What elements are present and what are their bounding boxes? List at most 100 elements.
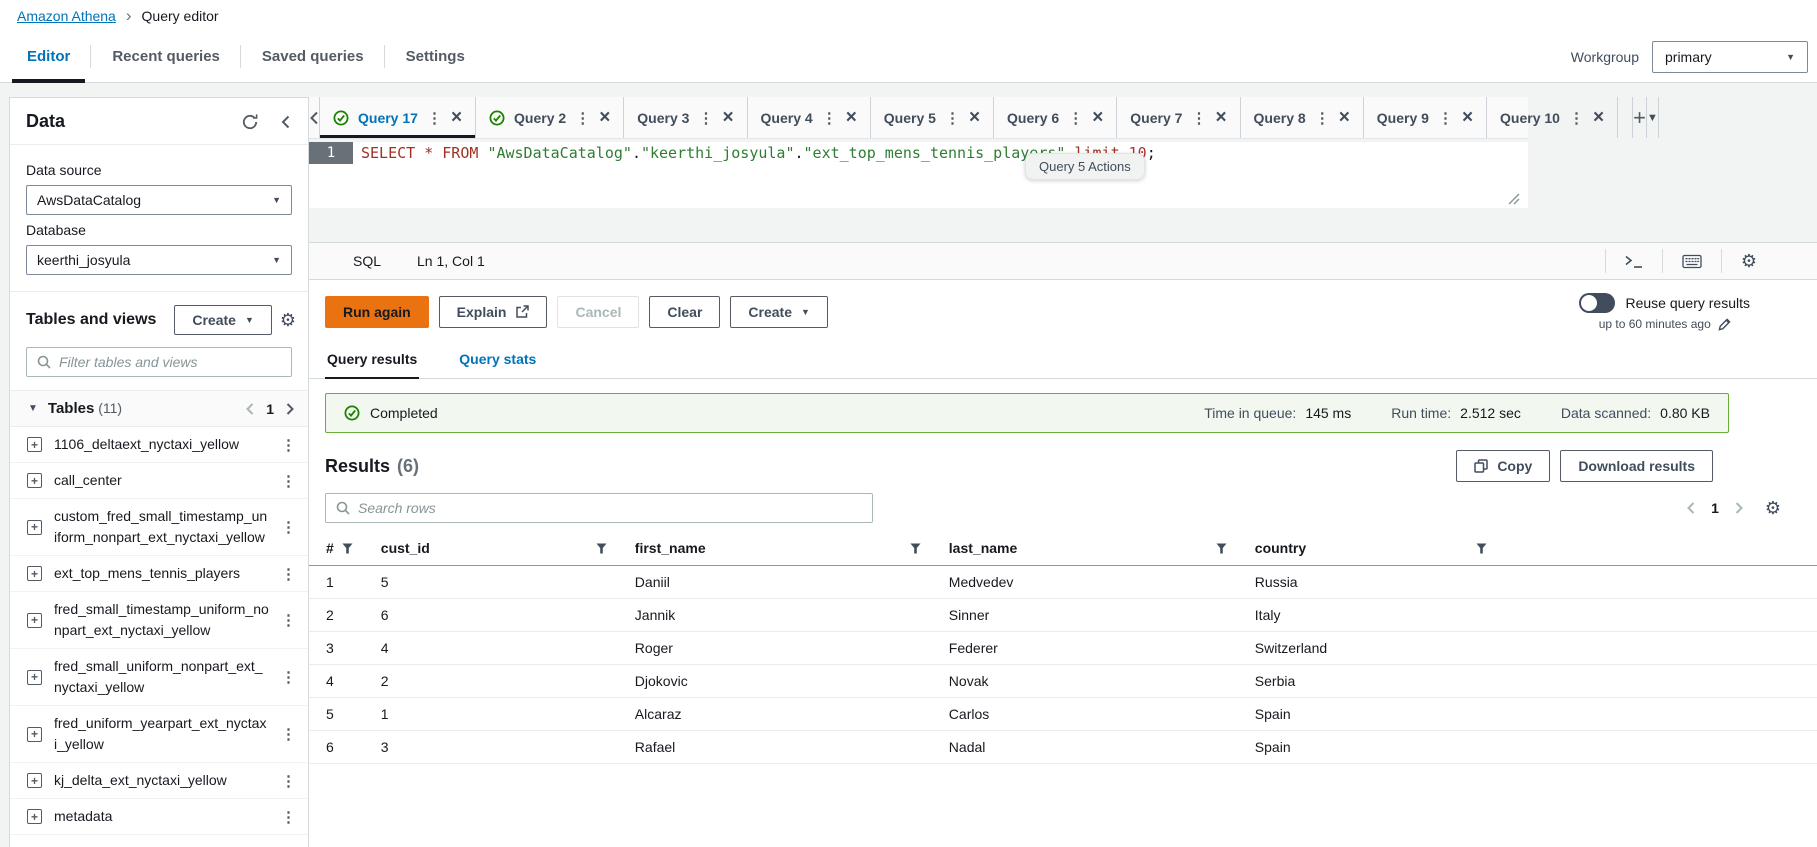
table-actions-kebab-icon[interactable]: ⋮ bbox=[281, 668, 296, 686]
table-list-item[interactable]: +ext_top_mens_tennis_players⋮ bbox=[10, 556, 308, 592]
nav-tab-saved-queries[interactable]: Saved queries bbox=[241, 31, 385, 82]
expand-table-icon[interactable]: + bbox=[27, 670, 42, 685]
expand-table-icon[interactable]: + bbox=[27, 473, 42, 488]
query-tab-query-9[interactable]: Query 9⋮× bbox=[1363, 97, 1486, 138]
database-select[interactable]: keerthi_josyula ▼ bbox=[26, 245, 292, 275]
query-tab-query-10[interactable]: Query 10⋮× bbox=[1486, 97, 1618, 138]
table-actions-kebab-icon[interactable]: ⋮ bbox=[281, 565, 296, 583]
table-list-item[interactable]: +kj_delta_ext_nyctaxi_yellow⋮ bbox=[10, 763, 308, 799]
copy-button[interactable]: Copy bbox=[1456, 450, 1550, 482]
close-tab-icon[interactable]: × bbox=[599, 107, 610, 129]
expand-table-icon[interactable]: + bbox=[27, 437, 42, 452]
table-actions-kebab-icon[interactable]: ⋮ bbox=[281, 808, 296, 826]
tables-page-number[interactable]: 1 bbox=[266, 401, 274, 417]
expand-table-icon[interactable]: + bbox=[27, 566, 42, 581]
close-tab-icon[interactable]: × bbox=[969, 107, 980, 129]
query-tab-query-6[interactable]: Query 6⋮× bbox=[993, 97, 1116, 138]
editor-resize-handle[interactable] bbox=[1508, 193, 1520, 205]
query-tab-query-3[interactable]: Query 3⋮× bbox=[623, 97, 746, 138]
nav-tab-recent-queries[interactable]: Recent queries bbox=[91, 31, 241, 82]
tab-query-results[interactable]: Query results bbox=[325, 343, 419, 378]
query-tab-query-4[interactable]: Query 4⋮× bbox=[747, 97, 870, 138]
column-header-first-name[interactable]: first_name bbox=[621, 533, 935, 566]
query-tab-query-8[interactable]: Query 8⋮× bbox=[1240, 97, 1363, 138]
expand-table-icon[interactable]: + bbox=[27, 773, 42, 788]
tab-actions-kebab-icon[interactable]: ⋮ bbox=[427, 109, 442, 127]
query-tab-query-5[interactable]: Query 5⋮× bbox=[870, 97, 993, 138]
table-list-item[interactable]: +fred_uniform_yearpart_ext_nyctaxi_yello… bbox=[10, 706, 308, 763]
table-list-item[interactable]: +fred_small_timestamp_uniform_nonpart_ex… bbox=[10, 592, 308, 649]
expand-table-icon[interactable]: + bbox=[27, 520, 42, 535]
create-dropdown-button[interactable]: Create ▼ bbox=[730, 296, 828, 328]
close-tab-icon[interactable]: × bbox=[1339, 107, 1350, 129]
tab-overflow-menu-button[interactable]: ▼ bbox=[1646, 97, 1659, 138]
close-tab-icon[interactable]: × bbox=[1462, 107, 1473, 129]
tab-actions-kebab-icon[interactable]: ⋮ bbox=[1191, 109, 1206, 127]
results-settings-gear-icon[interactable]: ⚙ bbox=[1765, 498, 1781, 519]
nav-tab-editor[interactable]: Editor bbox=[6, 31, 91, 82]
tables-filter-input[interactable] bbox=[59, 354, 281, 370]
refresh-icon[interactable] bbox=[241, 113, 259, 131]
nav-tab-settings[interactable]: Settings bbox=[385, 31, 486, 82]
reuse-results-toggle[interactable] bbox=[1579, 293, 1615, 313]
tab-actions-kebab-icon[interactable]: ⋮ bbox=[698, 109, 713, 127]
collapse-panel-icon[interactable] bbox=[279, 115, 292, 129]
table-list-item[interactable]: +call_center⋮ bbox=[10, 463, 308, 499]
new-query-tab-button[interactable]: + bbox=[1632, 97, 1646, 138]
expand-table-icon[interactable]: + bbox=[27, 613, 42, 628]
close-tab-icon[interactable]: × bbox=[722, 107, 733, 129]
run-again-button[interactable]: Run again bbox=[325, 296, 429, 328]
next-page-icon[interactable] bbox=[286, 403, 294, 415]
tab-actions-kebab-icon[interactable]: ⋮ bbox=[575, 109, 590, 127]
table-actions-kebab-icon[interactable]: ⋮ bbox=[281, 772, 296, 790]
table-actions-kebab-icon[interactable]: ⋮ bbox=[281, 611, 296, 629]
table-actions-kebab-icon[interactable]: ⋮ bbox=[281, 725, 296, 743]
table-actions-kebab-icon[interactable]: ⋮ bbox=[281, 472, 296, 490]
tab-actions-kebab-icon[interactable]: ⋮ bbox=[1569, 109, 1584, 127]
edit-pencil-icon[interactable] bbox=[1718, 318, 1731, 331]
download-results-button[interactable]: Download results bbox=[1560, 450, 1713, 482]
tab-actions-kebab-icon[interactable]: ⋮ bbox=[822, 109, 837, 127]
column-header-country[interactable]: country bbox=[1241, 533, 1501, 566]
data-source-select[interactable]: AwsDataCatalog ▼ bbox=[26, 185, 292, 215]
table-list-item[interactable]: +fred_small_uniform_nonpart_ext_nyctaxi_… bbox=[10, 649, 308, 706]
table-list-item[interactable]: +custom_fred_small_timestamp_uniform_non… bbox=[10, 499, 308, 556]
table-actions-kebab-icon[interactable]: ⋮ bbox=[281, 518, 296, 536]
format-query-icon[interactable] bbox=[1605, 249, 1662, 273]
close-tab-icon[interactable]: × bbox=[846, 107, 857, 129]
expand-table-icon[interactable]: + bbox=[27, 727, 42, 742]
tab-actions-kebab-icon[interactable]: ⋮ bbox=[945, 109, 960, 127]
previous-page-icon[interactable] bbox=[1687, 502, 1695, 514]
column-header-row-number[interactable]: # bbox=[309, 533, 367, 566]
expand-table-icon[interactable]: + bbox=[27, 809, 42, 824]
tables-settings-gear-icon[interactable]: ⚙ bbox=[280, 311, 296, 329]
tab-actions-kebab-icon[interactable]: ⋮ bbox=[1315, 109, 1330, 127]
close-tab-icon[interactable]: × bbox=[1092, 107, 1103, 129]
collapse-section-caret-icon[interactable]: ▼ bbox=[28, 403, 38, 414]
search-rows-input[interactable] bbox=[358, 500, 862, 516]
close-tab-icon[interactable]: × bbox=[1215, 107, 1226, 129]
query-tab-query-7[interactable]: Query 7⋮× bbox=[1116, 97, 1239, 138]
editor-settings-gear-icon[interactable]: ⚙ bbox=[1721, 249, 1757, 273]
clear-button[interactable]: Clear bbox=[649, 296, 720, 328]
query-tab-query-17[interactable]: Query 17⋮× bbox=[319, 97, 475, 138]
sql-editor[interactable]: 1 SELECT * FROM "AwsDataCatalog"."keerth… bbox=[309, 142, 1528, 208]
query-tab-query-2[interactable]: Query 2⋮× bbox=[475, 97, 623, 138]
tab-actions-kebab-icon[interactable]: ⋮ bbox=[1068, 109, 1083, 127]
scroll-tabs-left-icon[interactable] bbox=[309, 97, 319, 138]
create-table-button[interactable]: Create ▼ bbox=[174, 305, 272, 335]
table-list-item[interactable]: +metadata⋮ bbox=[10, 799, 308, 835]
breadcrumb-link-amazon-athena[interactable]: Amazon Athena bbox=[17, 8, 116, 24]
column-header-last-name[interactable]: last_name bbox=[935, 533, 1241, 566]
previous-page-icon[interactable] bbox=[246, 403, 254, 415]
tab-query-stats[interactable]: Query stats bbox=[457, 343, 538, 378]
close-tab-icon[interactable]: × bbox=[451, 107, 462, 129]
workgroup-select[interactable]: primary ▼ bbox=[1652, 41, 1808, 73]
column-header-cust-id[interactable]: cust_id bbox=[367, 533, 621, 566]
tab-actions-kebab-icon[interactable]: ⋮ bbox=[1438, 109, 1453, 127]
table-actions-kebab-icon[interactable]: ⋮ bbox=[281, 436, 296, 454]
table-list-item[interactable]: +1106_deltaext_nyctaxi_yellow⋮ bbox=[10, 427, 308, 463]
results-page-number[interactable]: 1 bbox=[1711, 500, 1719, 516]
close-tab-icon[interactable]: × bbox=[1593, 107, 1604, 129]
keyboard-shortcuts-icon[interactable] bbox=[1662, 249, 1721, 273]
